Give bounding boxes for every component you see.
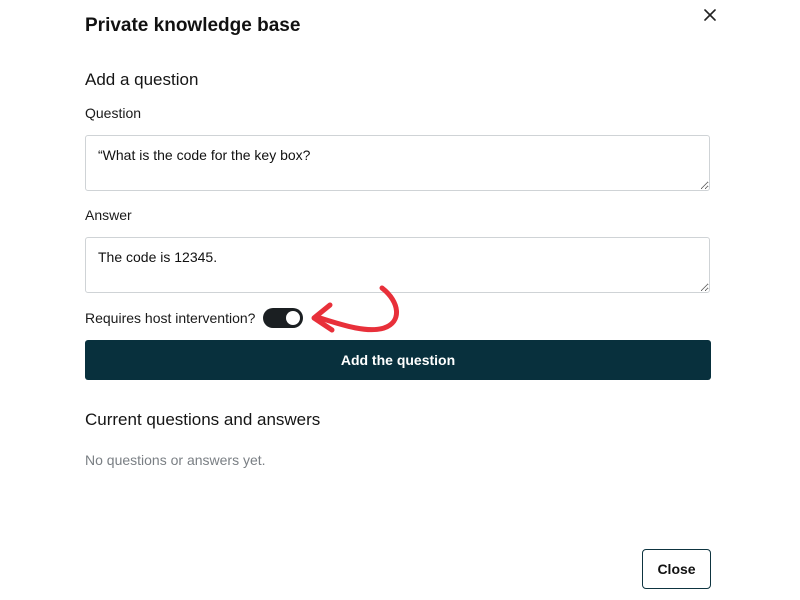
host-intervention-label: Requires host intervention? <box>85 310 256 326</box>
host-intervention-toggle[interactable] <box>263 308 304 328</box>
host-intervention-row: Requires host intervention? <box>85 307 304 329</box>
close-button[interactable]: Close <box>642 549 711 589</box>
close-icon[interactable] <box>700 5 720 25</box>
question-label: Question <box>85 105 142 121</box>
add-question-heading: Add a question <box>85 70 199 89</box>
question-field[interactable] <box>85 135 710 191</box>
answer-label: Answer <box>85 207 132 223</box>
close-icon-glyph <box>704 9 716 21</box>
dialog-title: Private knowledge base <box>85 15 301 36</box>
current-qa-heading: Current questions and answers <box>85 410 321 429</box>
empty-state-text: No questions or answers yet. <box>85 452 266 468</box>
add-question-button[interactable]: Add the question <box>85 340 711 380</box>
knowledge-base-dialog: Private knowledge base Add a question Qu… <box>0 0 800 600</box>
toggle-knob <box>286 311 301 325</box>
